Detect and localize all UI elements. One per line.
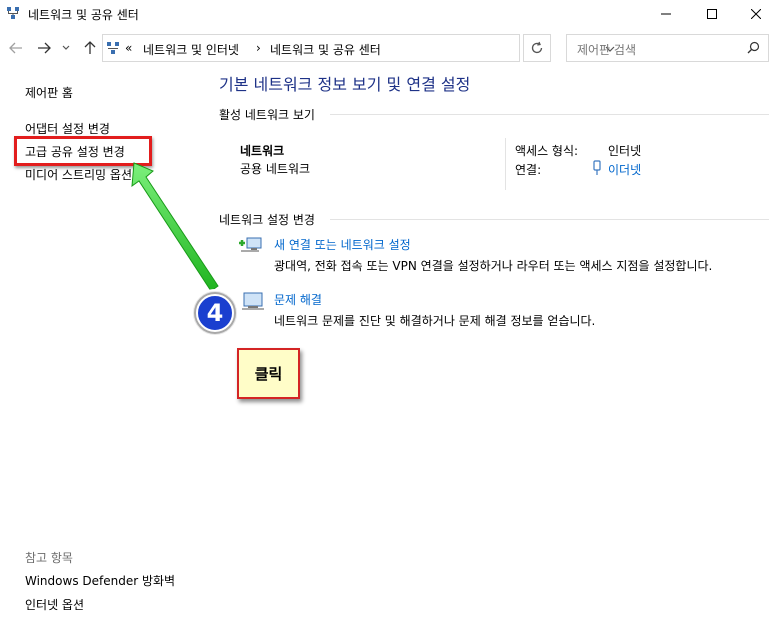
pointer-arrow [131, 162, 219, 292]
step-number: 4 [207, 299, 224, 327]
click-callout: 클릭 [237, 348, 300, 399]
step-number-badge: 4 [191, 289, 239, 337]
